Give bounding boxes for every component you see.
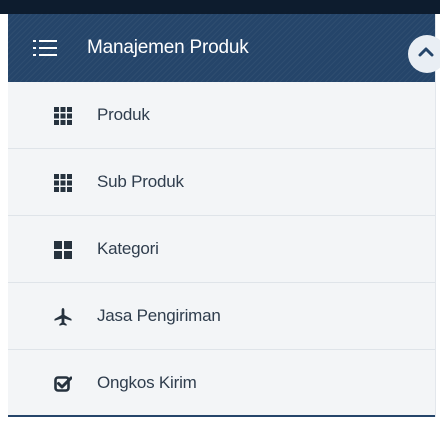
submenu-list: Produk Sub Produk Kategori Jasa Pengirim…: [8, 82, 435, 417]
menu-item-sub-produk[interactable]: Sub Produk: [8, 149, 435, 216]
plane-icon: [54, 308, 72, 326]
list-icon: [33, 39, 57, 57]
sidebar-menu: Manajemen Produk Produk Sub Produk Kateg…: [8, 14, 440, 417]
chevron-up-icon: [418, 45, 434, 63]
menu-item-ongkos-kirim[interactable]: Ongkos Kirim: [8, 350, 435, 417]
grid-2x2-icon: [54, 241, 72, 259]
menu-item-label: Kategori: [97, 239, 159, 258]
menu-item-label: Produk: [97, 105, 150, 124]
menu-item-kategori[interactable]: Kategori: [8, 216, 435, 283]
menu-header-title: Manajemen Produk: [87, 37, 249, 58]
menu-item-label: Sub Produk: [97, 172, 184, 191]
top-bar: [0, 0, 440, 14]
collapse-button[interactable]: [408, 35, 440, 73]
menu-item-label: Ongkos Kirim: [97, 373, 197, 392]
menu-header-manajemen-produk[interactable]: Manajemen Produk: [8, 14, 440, 82]
check-square-icon: [54, 375, 72, 393]
grid-3x3-icon: [54, 107, 72, 125]
menu-item-produk[interactable]: Produk: [8, 82, 435, 149]
menu-item-jasa-pengiriman[interactable]: Jasa Pengiriman: [8, 283, 435, 350]
menu-item-label: Jasa Pengiriman: [97, 306, 221, 325]
grid-3x3-icon: [54, 174, 72, 192]
